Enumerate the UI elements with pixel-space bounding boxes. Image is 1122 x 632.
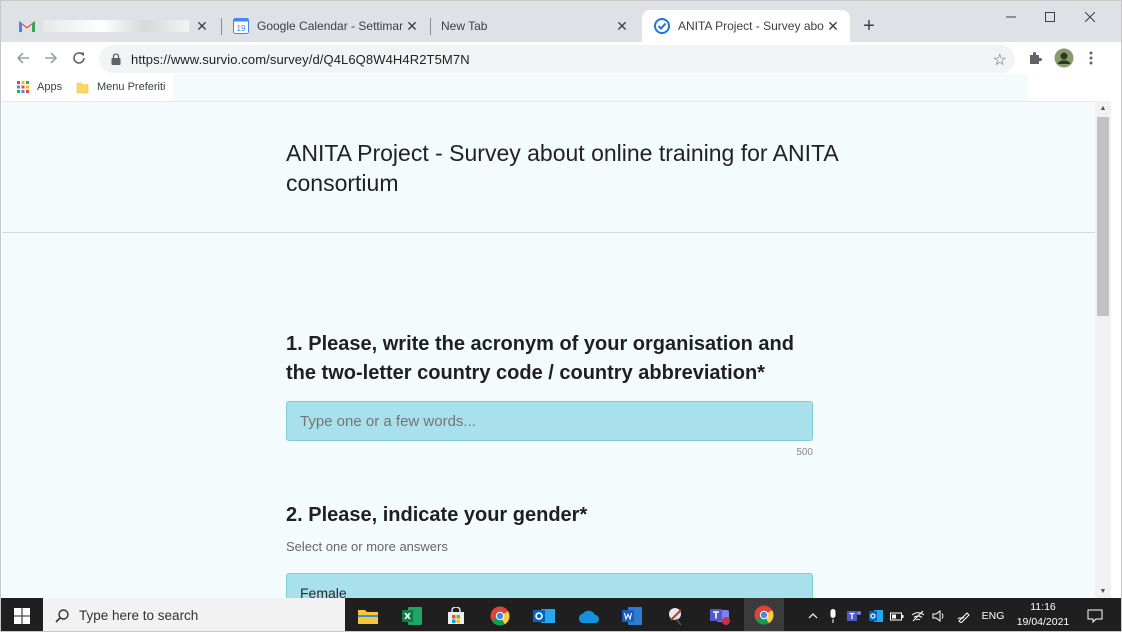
file-explorer-icon[interactable] xyxy=(348,598,388,631)
question-1-title: 1. Please, write the acronym of your org… xyxy=(286,333,794,384)
tab-strip: ✕ 19 Google Calendar - Settimana del ✕ N… xyxy=(1,1,1121,42)
bookmark-label: Apps xyxy=(37,81,63,93)
language-indicator[interactable]: ENG xyxy=(979,598,1007,631)
microphone-icon[interactable] xyxy=(824,598,842,631)
page-scrollbar[interactable]: ▲ ▼ xyxy=(1095,101,1111,598)
bookmark-apps[interactable]: Apps xyxy=(17,78,62,96)
back-arrow-icon[interactable] xyxy=(11,46,35,70)
browser-window: ✕ 19 Google Calendar - Settimana del ✕ N… xyxy=(0,0,1122,632)
teams-icon[interactable] xyxy=(700,598,740,631)
pen-workspace-icon[interactable] xyxy=(954,598,974,631)
word-icon[interactable] xyxy=(612,598,652,631)
question-1-text-input[interactable] xyxy=(286,401,813,441)
chrome-active-icon[interactable] xyxy=(744,598,784,631)
wifi-icon[interactable] xyxy=(908,598,928,631)
chrome-icon[interactable] xyxy=(480,598,520,631)
close-tab-icon[interactable]: ✕ xyxy=(193,17,211,35)
bookmark-star-icon[interactable]: ☆ xyxy=(993,50,1007,70)
outlook-icon[interactable] xyxy=(524,598,564,631)
survey-header: ANITA Project - Survey about online trai… xyxy=(2,102,1095,233)
question-2-title: 2. Please, indicate your gender* xyxy=(286,504,588,526)
teams-tray-icon[interactable] xyxy=(844,598,864,631)
survio-icon xyxy=(654,18,670,34)
taskbar-clock[interactable]: 11:16 19/04/2021 xyxy=(1009,600,1077,630)
snipping-tool-icon[interactable] xyxy=(656,598,696,631)
lock-icon xyxy=(109,53,123,65)
volume-icon[interactable] xyxy=(929,598,949,631)
tab-title: Google Calendar - Settimana del xyxy=(257,19,403,33)
profile-avatar-icon[interactable] xyxy=(1053,47,1075,69)
svg-text:19: 19 xyxy=(237,24,246,33)
window-close-icon[interactable] xyxy=(1070,5,1110,29)
clock-date: 19/04/2021 xyxy=(1016,616,1070,628)
microsoft-store-icon[interactable] xyxy=(436,598,476,631)
excel-icon[interactable] xyxy=(392,598,432,631)
new-tab-button[interactable]: + xyxy=(858,15,880,37)
reload-icon[interactable] xyxy=(67,46,91,70)
clock-time: 11:16 xyxy=(1030,601,1056,613)
close-tab-icon[interactable]: ✕ xyxy=(613,17,631,35)
extensions-icon[interactable] xyxy=(1024,47,1046,69)
tab-gmail[interactable]: ✕ xyxy=(7,10,219,42)
browser-menu-icon[interactable] xyxy=(1080,47,1102,69)
tab-anita-survey[interactable]: ANITA Project - Survey about onl ✕ xyxy=(642,10,850,42)
question-2-hint: Select one or more answers xyxy=(286,539,448,554)
apps-grid-icon xyxy=(17,81,29,93)
close-tab-icon[interactable]: ✕ xyxy=(824,17,842,35)
scroll-up-arrow-icon[interactable]: ▲ xyxy=(1095,101,1111,115)
gmail-icon xyxy=(19,18,35,34)
tab-title: New Tab xyxy=(441,19,488,33)
tab-new-tab[interactable]: New Tab ✕ xyxy=(429,10,639,42)
bookmarks-bar-strip xyxy=(173,74,1028,101)
tab-title: ANITA Project - Survey about onl xyxy=(678,19,824,33)
survey-title: ANITA Project - Survey about online trai… xyxy=(286,140,838,196)
notifications-icon[interactable] xyxy=(1083,598,1107,631)
taskbar-search-placeholder: Type here to search xyxy=(79,608,199,623)
onedrive-icon[interactable] xyxy=(568,598,608,631)
browser-toolbar: https://www.survio.com/survey/d/Q4L6Q8W4… xyxy=(1,42,1121,74)
close-tab-icon[interactable]: ✕ xyxy=(403,17,421,35)
folder-icon xyxy=(76,81,89,94)
character-limit-counter: 500 xyxy=(796,447,813,458)
answer-option-female[interactable]: Female xyxy=(286,573,813,598)
bookmark-menu-preferiti[interactable]: Menu Preferiti xyxy=(76,78,165,96)
scrollbar-thumb[interactable] xyxy=(1097,117,1109,316)
forward-arrow-icon[interactable] xyxy=(39,46,63,70)
page-viewport: ANITA Project - Survey about online trai… xyxy=(2,101,1095,598)
battery-icon[interactable] xyxy=(887,598,907,631)
scroll-down-arrow-icon[interactable]: ▼ xyxy=(1095,584,1111,598)
address-bar[interactable]: https://www.survio.com/survey/d/Q4L6Q8W4… xyxy=(99,45,1015,73)
windows-start-icon[interactable] xyxy=(1,598,43,631)
windows-taskbar: Type here to search ENG 11:16 19/04/2021 xyxy=(1,598,1121,631)
minimize-icon[interactable] xyxy=(991,5,1031,29)
url-text: https://www.survio.com/survey/d/Q4L6Q8W4… xyxy=(131,51,470,67)
outlook-tray-icon[interactable] xyxy=(866,598,886,631)
tab-title-redacted xyxy=(43,20,189,32)
show-hidden-icons-chevron-icon[interactable] xyxy=(804,598,822,631)
taskbar-search-box[interactable]: Type here to search xyxy=(43,598,345,631)
bookmark-label: Menu Preferiti xyxy=(97,81,166,93)
search-icon xyxy=(55,608,69,623)
calendar-icon: 19 xyxy=(233,18,249,34)
maximize-icon[interactable] xyxy=(1030,5,1070,29)
tab-google-calendar[interactable]: 19 Google Calendar - Settimana del ✕ xyxy=(221,10,429,42)
